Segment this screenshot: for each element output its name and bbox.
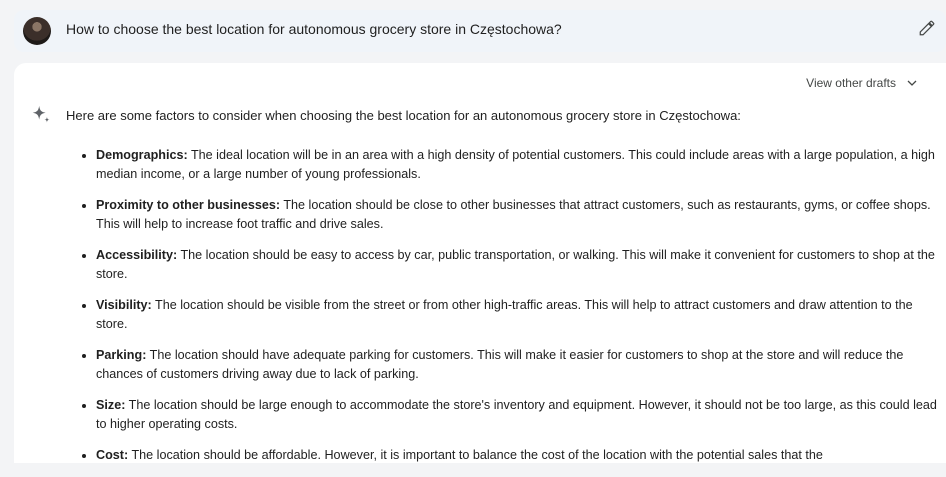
item-text: The location should be affordable. Howev… — [128, 448, 823, 462]
item-title: Accessibility: — [96, 248, 178, 262]
prompt-text: How to choose the best location for auto… — [66, 21, 562, 37]
item-title: Demographics: — [96, 148, 188, 162]
item-title: Parking: — [96, 348, 147, 362]
list-item: Proximity to other businesses: The locat… — [96, 196, 946, 234]
factors-list: Demographics: The ideal location will be… — [66, 146, 946, 477]
list-item: Demographics: The ideal location will be… — [96, 146, 946, 184]
list-item: Accessibility: The location should be ea… — [96, 246, 946, 284]
item-text: The location should be large enough to a… — [96, 398, 937, 431]
item-text: The ideal location will be in an area wi… — [96, 148, 935, 181]
item-text: The location should have adequate parkin… — [96, 348, 904, 381]
view-other-drafts-button[interactable]: View other drafts — [806, 76, 918, 90]
pencil-icon[interactable] — [918, 19, 936, 37]
list-item: Size: The location should be large enoug… — [96, 396, 946, 434]
item-title: Size: — [96, 398, 126, 412]
response-intro: Here are some factors to consider when c… — [66, 108, 741, 123]
item-title: Proximity to other businesses: — [96, 198, 281, 212]
list-item: Visibility: The location should be visib… — [96, 296, 946, 334]
view-other-drafts-label: View other drafts — [806, 76, 896, 90]
item-text: The location should be easy to access by… — [96, 248, 935, 281]
list-item: Parking: The location should have adequa… — [96, 346, 946, 384]
chevron-down-icon — [907, 80, 917, 86]
item-title: Cost: — [96, 448, 129, 462]
user-avatar[interactable] — [23, 17, 51, 45]
item-title: Visibility: — [96, 298, 152, 312]
item-text: The location should be visible from the … — [96, 298, 913, 331]
list-item: Cost: The location should be affordable.… — [96, 446, 946, 465]
sparkle-icon — [32, 105, 50, 123]
